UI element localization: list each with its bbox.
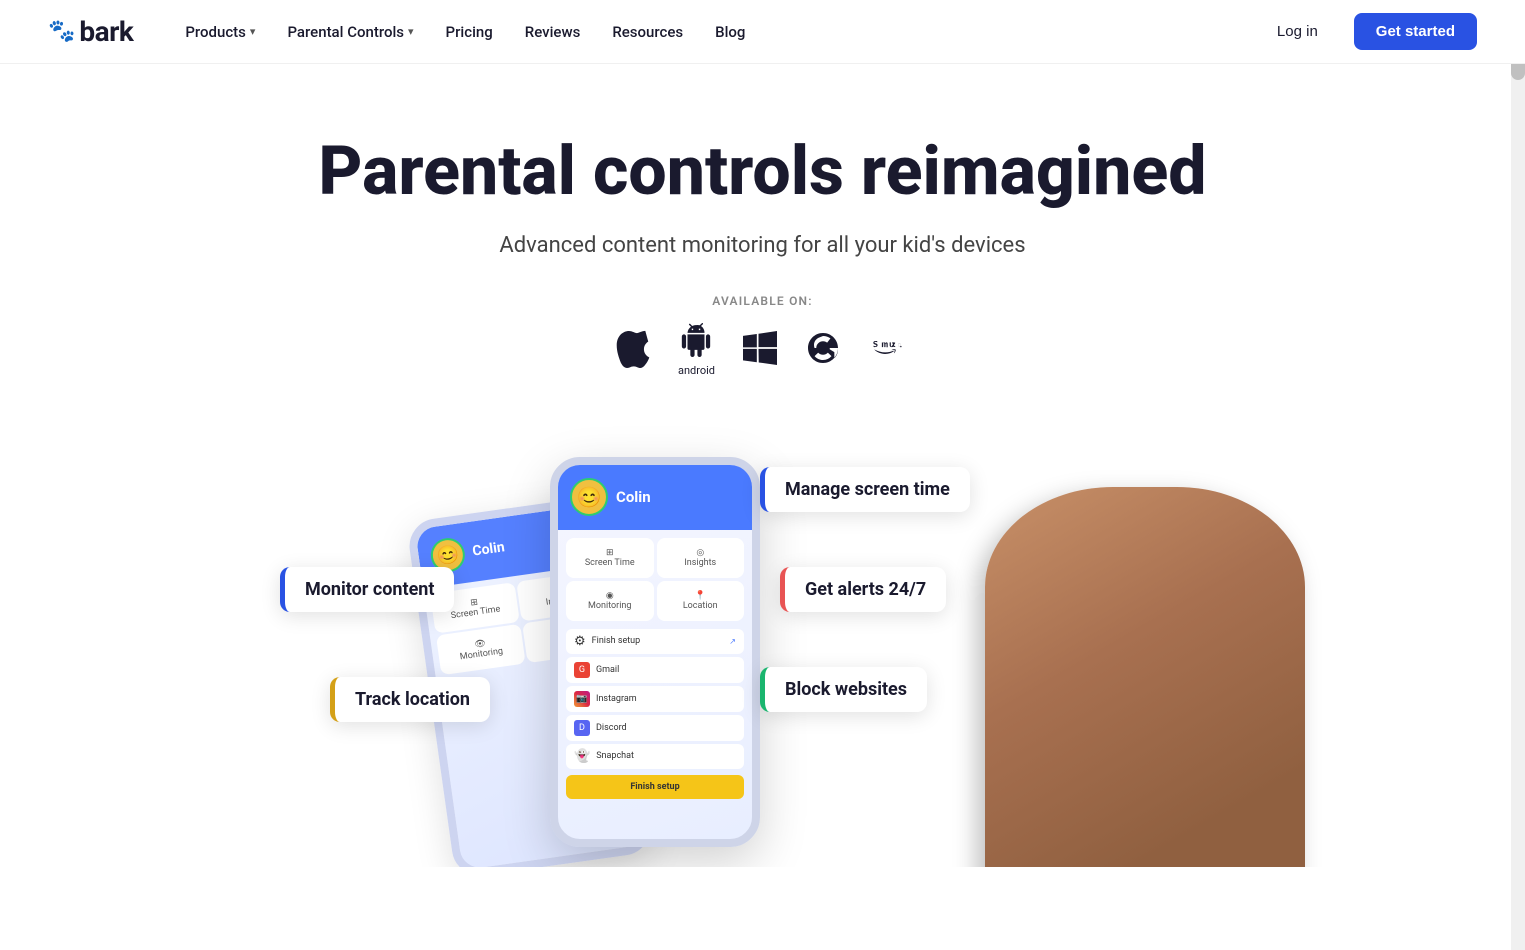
tag-manage-screen-time[interactable]: Manage screen time — [760, 467, 970, 512]
available-section: AVAILABLE ON: android — [616, 294, 909, 377]
nav-right: Log in Get started — [1257, 13, 1477, 50]
platform-android: android — [678, 320, 715, 377]
hero-section: Parental controls reimagined Advanced co… — [0, 64, 1525, 407]
platform-windows — [743, 331, 777, 365]
logo[interactable]: 🐾 bark — [48, 15, 133, 48]
nav-item-pricing[interactable]: Pricing — [434, 15, 505, 49]
platform-amazon — [869, 330, 909, 366]
finish-bar: Finish setup — [566, 775, 744, 799]
logo-icon: 🐾 — [48, 19, 75, 44]
amazon-icon — [869, 330, 909, 366]
chevron-down-icon: ▾ — [250, 25, 256, 38]
login-button[interactable]: Log in — [1257, 15, 1338, 48]
hand-area — [985, 487, 1305, 867]
get-started-button[interactable]: Get started — [1354, 13, 1477, 50]
navigation: 🐾 bark Products ▾ Parental Controls ▾ Pr… — [0, 0, 1525, 64]
android-label: android — [678, 364, 715, 377]
avatar-main: 😊 — [570, 478, 608, 516]
windows-icon — [743, 331, 777, 365]
tag-block-websites[interactable]: Block websites — [760, 667, 927, 712]
apple-icon — [616, 328, 650, 368]
platform-icons: android — [616, 320, 909, 377]
available-label: AVAILABLE ON: — [712, 294, 812, 308]
platform-chrome — [805, 330, 841, 366]
nav-item-parental-controls[interactable]: Parental Controls ▾ — [275, 15, 425, 49]
tag-get-alerts[interactable]: Get alerts 24/7 — [780, 567, 946, 612]
main-phone: 😊 Colin ⊞Screen Time ◎Insights ◉Monitori… — [550, 457, 760, 847]
logo-text: bark — [79, 15, 133, 48]
platform-apple — [616, 328, 650, 368]
nav-links: Products ▾ Parental Controls ▾ Pricing R… — [173, 15, 1257, 49]
nav-item-resources[interactable]: Resources — [600, 15, 695, 49]
hero-subtitle: Advanced content monitoring for all your… — [499, 233, 1025, 258]
chevron-down-icon: ▾ — [408, 25, 414, 38]
phone-name: Colin — [471, 539, 505, 559]
nav-item-products[interactable]: Products ▾ — [173, 15, 267, 49]
tag-monitor-content[interactable]: Monitor content — [280, 567, 454, 612]
scrollbar[interactable] — [1511, 0, 1525, 950]
nav-item-reviews[interactable]: Reviews — [513, 15, 593, 49]
nav-item-blog[interactable]: Blog — [703, 15, 757, 49]
hero-title: Parental controls reimagined — [318, 134, 1206, 209]
android-icon — [679, 320, 713, 360]
chrome-icon — [805, 330, 841, 366]
hero-image-area: 😊 Colin ⊞Screen Time 🔍Insights 👁Monitori… — [0, 407, 1525, 867]
phone-child-name: Colin — [616, 488, 651, 506]
tag-track-location[interactable]: Track location — [330, 677, 490, 722]
